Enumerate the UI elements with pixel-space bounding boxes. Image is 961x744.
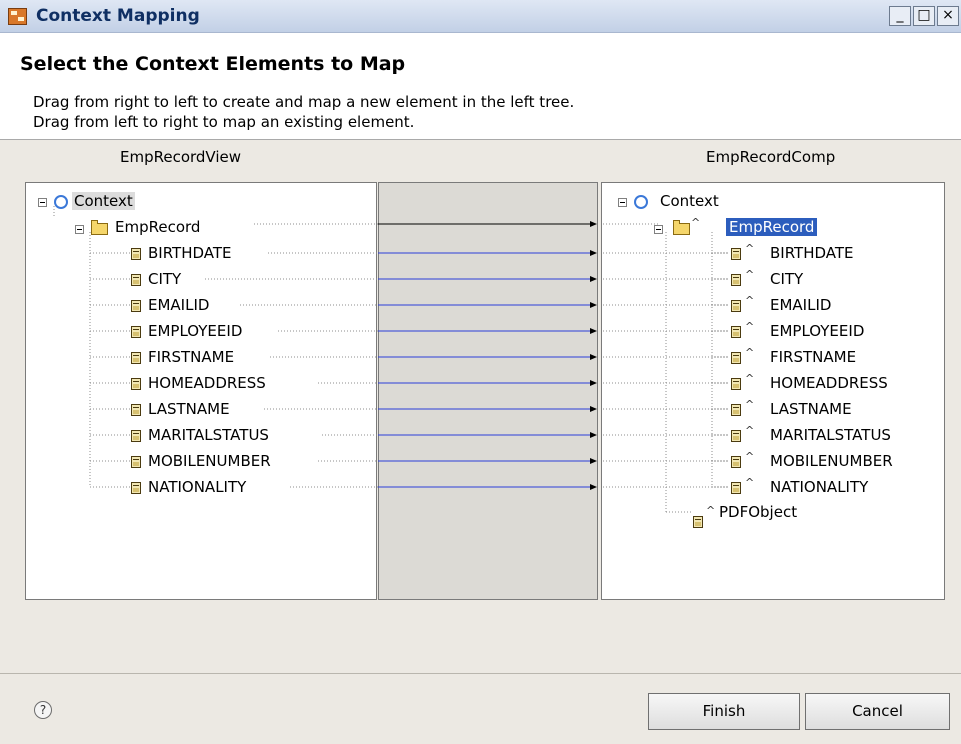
mapping-arrow: [590, 276, 597, 282]
mapping-arrow: [590, 250, 597, 256]
mapping-arrow: [590, 406, 597, 412]
mapping-arrow: [590, 328, 597, 334]
mapping-arrow: [590, 380, 597, 386]
finish-button[interactable]: Finish: [648, 693, 800, 730]
mapping-arrow: [590, 354, 597, 360]
cancel-button[interactable]: Cancel: [805, 693, 950, 730]
mapping-arrow: [590, 458, 597, 464]
mapping-arrow: [590, 484, 597, 490]
footer-divider: [0, 673, 961, 674]
context-mapping-dialog: Context Mapping _ □ × Select the Context…: [0, 0, 961, 744]
mapping-arrow: [590, 221, 597, 227]
mapping-arrow: [590, 302, 597, 308]
help-icon[interactable]: ?: [34, 701, 52, 719]
mapping-arrow: [590, 432, 597, 438]
mapping-lines: [53, 206, 728, 513]
